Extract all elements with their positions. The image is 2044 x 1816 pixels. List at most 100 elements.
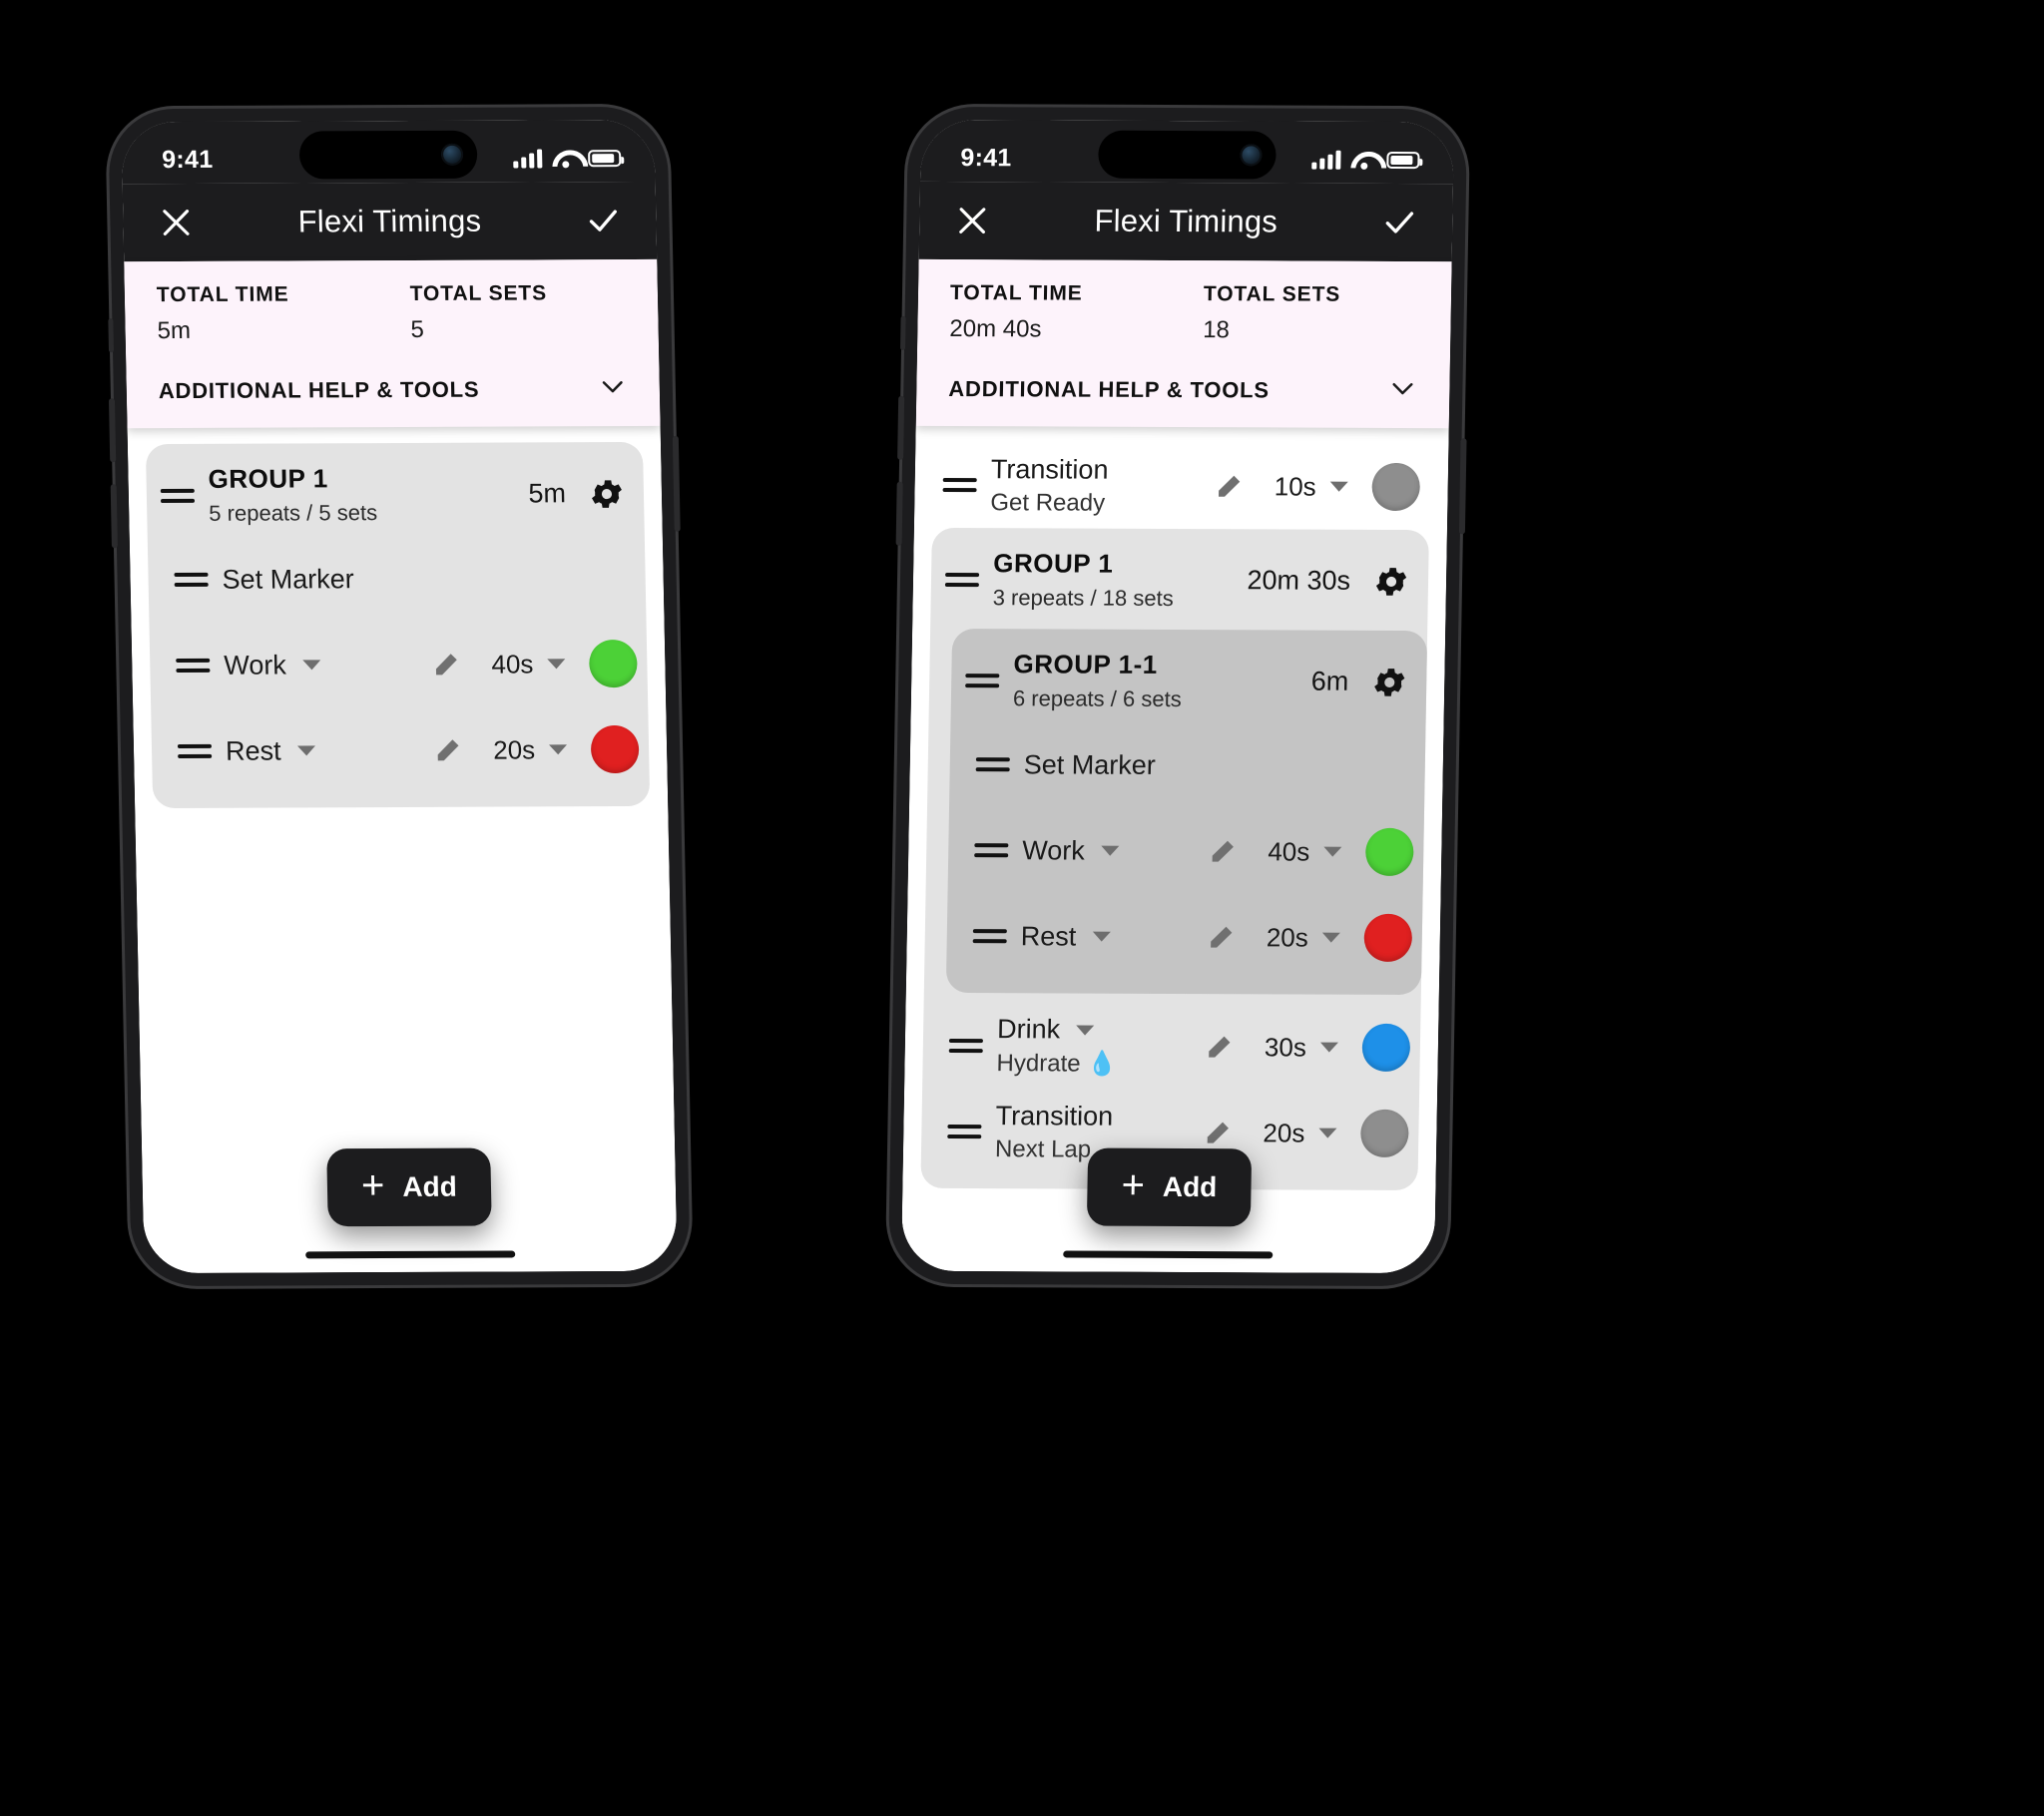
group-name: GROUP 1 (993, 548, 1114, 579)
close-icon[interactable] (949, 198, 996, 243)
drag-handle-icon[interactable] (174, 572, 209, 587)
drag-handle-icon[interactable] (160, 488, 196, 503)
pencil-icon[interactable] (1207, 922, 1238, 952)
duration-value[interactable]: 40s (475, 649, 534, 680)
caret-down-icon[interactable] (1100, 845, 1119, 856)
row-title: Rest (225, 735, 281, 766)
add-button[interactable]: + Add (1086, 1147, 1252, 1227)
stat-total-sets: TOTAL SETS 5 (409, 281, 626, 344)
caret-down-icon[interactable] (1076, 1025, 1095, 1036)
group-header[interactable]: GROUP 1 3 repeats / 18 sets 20m 30s (930, 534, 1429, 623)
page-title: Flexi Timings (1094, 203, 1278, 239)
duration-value[interactable]: 20s (1251, 922, 1308, 953)
color-swatch[interactable] (590, 724, 640, 774)
color-swatch[interactable] (588, 639, 638, 688)
status-bar: 9:41 (919, 119, 1455, 185)
drag-handle-icon[interactable] (176, 658, 211, 673)
gear-icon[interactable] (1372, 562, 1411, 600)
caret-down-icon[interactable] (1323, 846, 1342, 857)
drag-handle-icon[interactable] (965, 673, 1000, 687)
battery-icon (1386, 151, 1420, 169)
caret-down-icon[interactable] (549, 744, 568, 755)
total-time-value: 20m 40s (949, 315, 1042, 343)
pencil-icon[interactable] (1208, 836, 1239, 866)
duration-value[interactable]: 40s (1252, 836, 1309, 867)
close-icon[interactable] (153, 200, 200, 245)
caret-down-icon[interactable] (301, 660, 320, 671)
duration-value[interactable]: 30s (1249, 1032, 1306, 1063)
duration-value[interactable]: 10s (1258, 471, 1316, 502)
caret-down-icon[interactable] (1318, 1128, 1337, 1138)
color-swatch[interactable] (1371, 462, 1421, 512)
group-card[interactable]: GROUP 13 repeats / 18 sets 20m 30s GROUP 1… (920, 527, 1429, 1191)
home-indicator (305, 1250, 516, 1259)
group-header[interactable]: GROUP 1-1 6 repeats / 6 sets 6m (951, 635, 1428, 723)
pencil-icon[interactable] (431, 650, 462, 680)
group-card[interactable]: GROUP 1-1 6 repeats / 6 sets 6m Set Marker W… (945, 629, 1428, 996)
caret-down-icon[interactable] (1321, 932, 1340, 943)
drag-handle-icon[interactable] (944, 572, 980, 587)
summary-panel: TOTAL TIME 5m TOTAL SETS 5 ADDITIONAL HE… (124, 258, 661, 429)
stat-total-time: TOTAL TIME 5m (157, 282, 411, 345)
list-item[interactable]: Work 40s (149, 621, 648, 708)
add-button-label: Add (402, 1170, 458, 1202)
chevron-down-icon[interactable] (598, 371, 629, 406)
caret-down-icon[interactable] (547, 659, 566, 670)
total-time-label: TOTAL TIME (949, 281, 1083, 305)
timeline-list-right[interactable]: Transition Get Ready 10s GROUP 1 3 repeats /… (900, 425, 1449, 1274)
pencil-icon[interactable] (1214, 471, 1245, 501)
group-name: GROUP 1-1 (1013, 649, 1159, 680)
group-subtitle: 5 repeats / 5 sets (209, 500, 378, 526)
color-swatch[interactable] (1361, 1023, 1411, 1072)
add-button[interactable]: + Add (326, 1147, 492, 1227)
phone-mockup-right: 9:41 Flexi Timings TOTAL TIME 20m 40s TO… (887, 106, 1468, 1287)
caret-down-icon[interactable] (296, 745, 315, 756)
drag-handle-icon[interactable] (177, 743, 213, 758)
caret-down-icon[interactable] (1329, 481, 1348, 492)
timeline-list-left[interactable]: GROUP 1 5 repeats / 5 sets 5m Set Marker Wor… (127, 425, 678, 1274)
color-swatch[interactable] (1363, 913, 1413, 963)
drag-handle-icon[interactable] (942, 477, 977, 493)
total-sets-label: TOTAL SETS (1203, 282, 1341, 306)
list-item[interactable]: Transition Get Ready 10s (932, 442, 1431, 530)
pencil-icon[interactable] (433, 735, 464, 765)
group-subtitle: 6 repeats / 6 sets (1012, 685, 1182, 712)
group-duration: 5m (528, 478, 567, 509)
check-icon[interactable] (1376, 200, 1423, 245)
row-subtitle: Get Ready (990, 488, 1106, 517)
additional-help-toggle[interactable]: ADDITIONAL HELP & TOOLS (126, 363, 660, 428)
duration-value[interactable]: 20s (477, 734, 536, 765)
phone-mockup-left: 9:41 Flexi Timings TOTAL TIME 5m TOTAL S… (108, 106, 691, 1287)
group-header[interactable]: GROUP 1 5 repeats / 5 sets 5m (146, 448, 645, 537)
drag-handle-icon[interactable] (974, 843, 1009, 858)
duration-value[interactable]: 20s (1247, 1118, 1304, 1148)
plus-icon: + (360, 1163, 385, 1208)
total-time-value: 5m (157, 316, 192, 345)
gear-icon[interactable] (1370, 663, 1409, 700)
gear-icon[interactable] (588, 475, 627, 513)
list-item[interactable]: Rest 20s (946, 893, 1423, 981)
list-item[interactable]: Drink Hydrate 💧 30s (922, 1003, 1421, 1091)
group-card[interactable]: GROUP 1 5 repeats / 5 sets 5m Set Marker Wor… (145, 441, 651, 809)
list-item[interactable]: Work 40s (948, 807, 1425, 895)
group-subtitle: 3 repeats / 18 sets (992, 585, 1174, 611)
drag-handle-icon[interactable] (975, 757, 1010, 772)
pencil-icon[interactable] (1205, 1032, 1236, 1062)
check-icon[interactable] (580, 198, 627, 243)
drag-handle-icon[interactable] (948, 1038, 983, 1054)
drag-handle-icon[interactable] (972, 929, 1007, 944)
caret-down-icon[interactable] (1319, 1042, 1338, 1053)
list-item[interactable]: Set Marker (949, 721, 1426, 809)
list-item[interactable]: Set Marker (148, 535, 647, 623)
color-swatch[interactable] (1364, 827, 1414, 877)
color-swatch[interactable] (1359, 1109, 1409, 1157)
screenshot-stage: 9:41 Flexi Timings TOTAL TIME 5m TOTAL S… (0, 0, 2044, 1816)
chevron-down-icon[interactable] (1387, 373, 1418, 408)
caret-down-icon[interactable] (1092, 931, 1111, 942)
drag-handle-icon[interactable] (947, 1124, 982, 1139)
pencil-icon[interactable] (1203, 1118, 1234, 1147)
total-sets-value: 5 (410, 315, 425, 343)
row-title: Transition (995, 1100, 1114, 1132)
list-item[interactable]: Rest 20s (151, 706, 650, 794)
additional-help-toggle[interactable]: ADDITIONAL HELP & TOOLS (916, 363, 1450, 428)
